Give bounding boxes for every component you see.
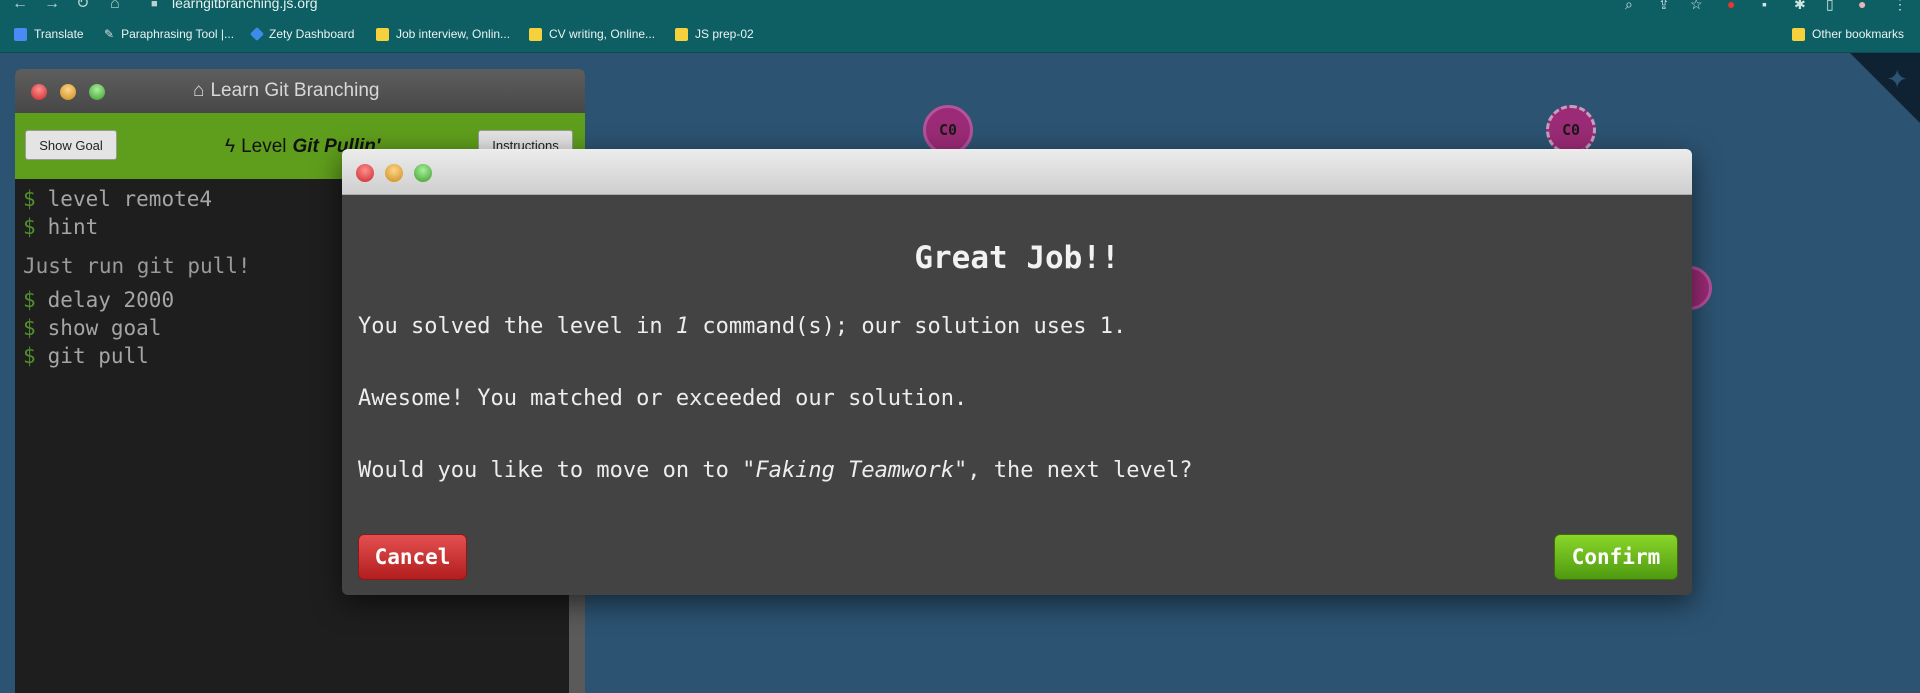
bookmark-job-interview[interactable]: Job interview, Onlin... (376, 25, 510, 43)
command-text: level remote4 (47, 187, 213, 211)
close-icon[interactable] (356, 164, 374, 182)
lock-icon: ■ (151, 0, 158, 10)
command-text: show goal (47, 316, 162, 340)
maximize-icon[interactable] (89, 84, 105, 100)
command-count: 1 (675, 314, 690, 339)
prompt-symbol: $ (23, 288, 36, 312)
folder-icon (675, 27, 688, 41)
pen-icon: ✎ (104, 27, 115, 41)
other-bookmarks[interactable]: Other bookmarks (1792, 25, 1904, 43)
cancel-button[interactable]: Cancel (358, 534, 467, 580)
prompt-symbol: $ (23, 344, 36, 368)
bookmark-zety[interactable]: Zety Dashboard (249, 25, 355, 43)
browser-toolbar: ← → ↻ ⌂ ■ learngitbranching.js.org ⌕ ⇪ ☆… (0, 0, 1920, 14)
prompt-symbol: $ (23, 215, 36, 239)
prompt-symbol: $ (23, 187, 36, 211)
close-icon[interactable] (31, 84, 47, 100)
level-complete-dialog: Great Job!! You solved the level in 1 co… (342, 149, 1692, 595)
extension-icon[interactable]: ● (1727, 0, 1735, 12)
command-text: git pull (47, 344, 149, 368)
extension-icon[interactable]: ▪ (1762, 0, 1767, 12)
terminal-title-text: Learn Git Branching (210, 80, 380, 101)
back-icon[interactable]: ← (12, 0, 28, 12)
next-level-line: Would you like to move on to "Faking Tea… (358, 458, 1192, 483)
google-translate-icon (14, 27, 27, 41)
bookmark-label: Paraphrasing Tool |... (121, 27, 235, 41)
reload-icon[interactable]: ↻ (76, 0, 89, 12)
zety-icon (249, 26, 265, 42)
bookmark-label: Translate (34, 27, 84, 41)
puzzle-icon[interactable]: ✱ (1794, 0, 1806, 12)
terminal-title: ⌂ Learn Git Branching (193, 80, 379, 102)
bookmarks-bar: Translate ✎ Paraphrasing Tool |... Zety … (0, 14, 1920, 53)
other-bookmarks-label: Other bookmarks (1812, 27, 1905, 41)
miro-icon (529, 27, 542, 41)
minimize-icon[interactable] (60, 84, 76, 100)
maximize-icon[interactable] (414, 164, 432, 182)
result-line: You solved the level in 1 command(s); ou… (358, 314, 1126, 339)
dialog-titlebar (342, 149, 1692, 195)
minimize-icon[interactable] (385, 164, 403, 182)
home-icon[interactable]: ⌂ (110, 0, 120, 12)
lightning-icon: ϟ (225, 136, 236, 157)
bookmark-label: JS prep-02 (695, 27, 754, 41)
github-corner[interactable] (1850, 53, 1920, 123)
share-icon[interactable]: ⇪ (1658, 0, 1670, 12)
terminal-titlebar: ⌂ Learn Git Branching (15, 69, 585, 113)
praise-line: Awesome! You matched or exceeded our sol… (358, 386, 968, 411)
next-level-name: Faking Teamwork (755, 458, 955, 483)
show-goal-button[interactable]: Show Goal (25, 130, 117, 160)
result-text: You solved the level in (358, 314, 676, 339)
bookmark-paraphrasing[interactable]: ✎ Paraphrasing Tool |... (104, 25, 234, 43)
prompt-text: ", the next level? (954, 458, 1193, 483)
bookmark-translate[interactable]: Translate (14, 25, 84, 43)
dialog-heading: Great Job!! (914, 240, 1120, 276)
command-text: delay 2000 (47, 288, 175, 312)
bookmark-label: Job interview, Onlin... (396, 27, 511, 41)
bookmark-label: Zety Dashboard (269, 27, 355, 41)
commit-node-goal: C0 (1546, 105, 1596, 155)
home-icon: ⌂ (193, 80, 205, 101)
command-text: hint (47, 215, 99, 239)
level-prefix: Level (241, 136, 287, 157)
forward-icon[interactable]: → (44, 0, 60, 12)
commit-node: C0 (923, 105, 973, 155)
menu-icon[interactable]: ⋮ (1893, 0, 1907, 12)
dialog-body: Great Job!! You solved the level in 1 co… (342, 195, 1692, 595)
address-bar-url[interactable]: learngitbranching.js.org (172, 0, 318, 11)
prompt-text: Would you like to move on to " (358, 458, 756, 483)
zoom-icon[interactable]: ⌕ (1625, 0, 1633, 12)
sidebar-icon[interactable]: ▯ (1826, 0, 1834, 12)
result-text: command(s); our solution uses 1. (689, 314, 1127, 339)
folder-icon (1792, 27, 1805, 41)
star-icon[interactable]: ☆ (1690, 0, 1703, 12)
github-icon[interactable]: ✦ (1886, 64, 1908, 95)
confirm-button[interactable]: Confirm (1554, 534, 1678, 580)
bookmark-label: CV writing, Online... (549, 27, 656, 41)
miro-icon (376, 27, 389, 41)
bookmark-cv-writing[interactable]: CV writing, Online... (529, 25, 655, 43)
bookmark-js-prep[interactable]: JS prep-02 (675, 25, 754, 43)
avatar[interactable]: ● (1858, 0, 1866, 12)
prompt-symbol: $ (23, 316, 36, 340)
